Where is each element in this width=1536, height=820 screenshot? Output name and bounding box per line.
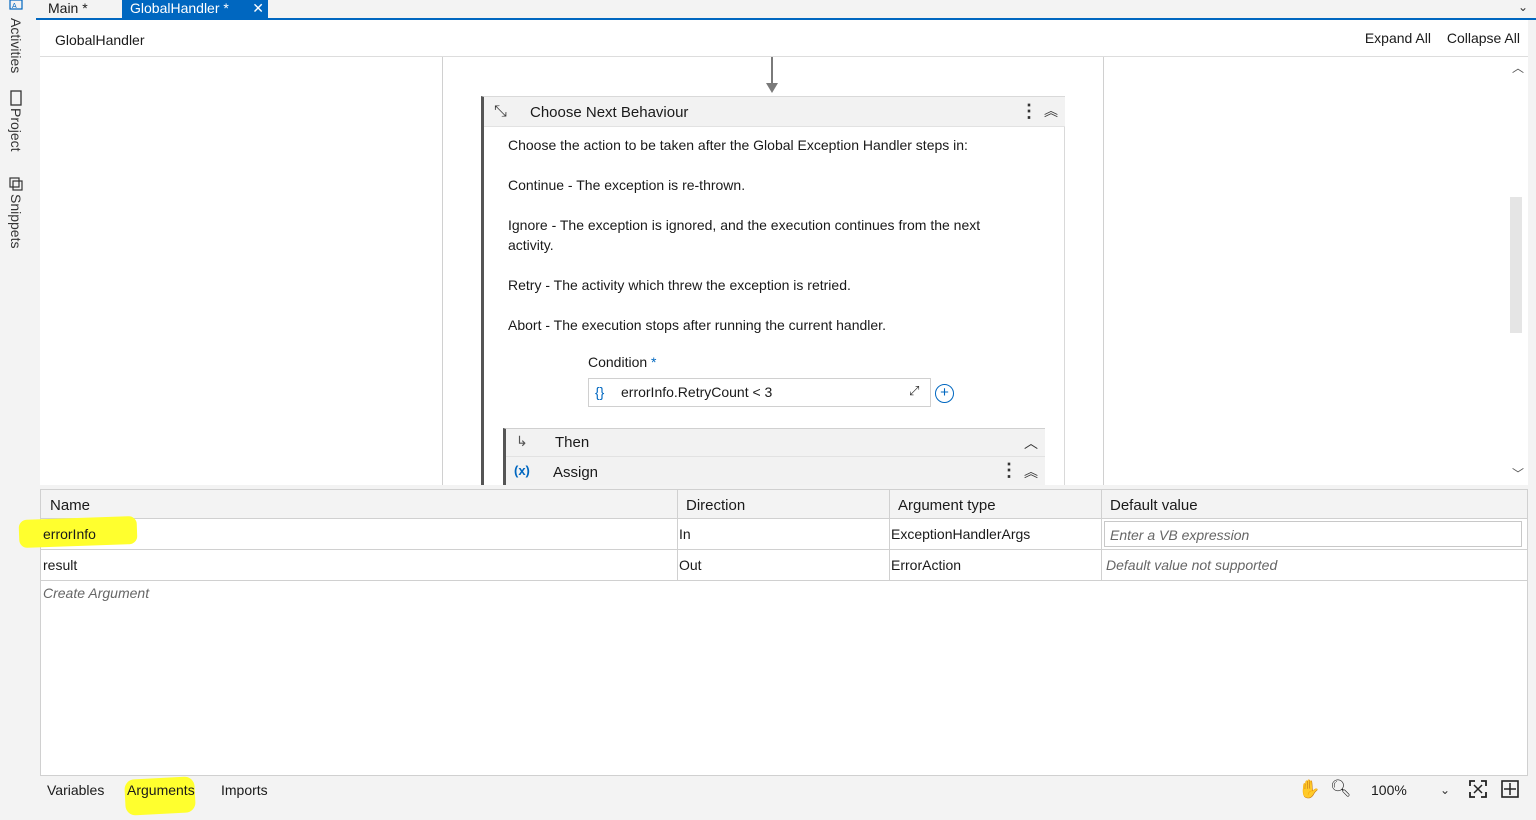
rail-activities[interactable]: A Activities (8, 0, 24, 73)
zoom-search-icon[interactable]: 🔍︎ (1330, 779, 1352, 799)
description-text: Retry - The activity which threw the exc… (508, 277, 851, 293)
branch-arrow-icon: ↳ (516, 433, 528, 449)
expand-all-button[interactable]: Expand All (1365, 30, 1431, 46)
default-value-input[interactable]: Enter a VB expression (1104, 521, 1522, 547)
reset-zoom-icon[interactable] (1500, 779, 1520, 799)
tab-arguments[interactable]: Arguments (127, 782, 195, 798)
create-argument-button[interactable]: Create Argument (43, 585, 149, 601)
argument-name[interactable]: result (43, 557, 77, 573)
argument-direction[interactable]: Out (679, 557, 702, 573)
tab-variables[interactable]: Variables (47, 782, 104, 798)
collapse-double-chevron-icon[interactable]: ︽ (1044, 101, 1058, 121)
expand-editor-icon[interactable]: ⤢ (909, 383, 919, 399)
column-header-default-value[interactable]: Default value (1110, 497, 1198, 514)
then-header[interactable]: ↳ Then ︿ (506, 429, 1045, 457)
tab-main[interactable]: Main * (40, 0, 96, 18)
flow-arrow-icon (766, 83, 778, 93)
activities-icon: A (9, 0, 23, 10)
argument-direction[interactable]: In (679, 526, 691, 542)
zoom-level[interactable]: 100% (1371, 782, 1407, 798)
expression-braces-icon: {} (595, 384, 605, 400)
arguments-table-header: Name Direction Argument type Default val… (41, 490, 1527, 519)
argument-name[interactable]: errorInfo (43, 526, 96, 542)
description-text: Continue - The exception is re-thrown. (508, 177, 746, 193)
column-header-direction[interactable]: Direction (686, 497, 745, 514)
chevron-down-icon[interactable]: ⌄ (1440, 783, 1450, 797)
breadcrumb[interactable]: GlobalHandler (55, 32, 145, 48)
more-options-icon[interactable]: ⋮ (1020, 101, 1038, 122)
condition-label: Condition * (588, 354, 657, 370)
chevron-up-icon[interactable]: ︿ (1024, 433, 1038, 453)
table-row[interactable]: result Out ErrorAction Default value not… (41, 550, 1527, 581)
tab-imports[interactable]: Imports (221, 782, 268, 798)
close-icon[interactable]: ✕ (252, 0, 264, 16)
arguments-panel: Name Direction Argument type Default val… (18, 489, 1528, 776)
tab-main-label: Main * (48, 0, 88, 16)
scroll-down-icon[interactable]: ﹀ (1512, 465, 1524, 482)
description-text: Ignore - The exception is ignored, and t… (508, 217, 981, 253)
column-header-argument-type[interactable]: Argument type (898, 497, 996, 514)
then-label: Then (555, 434, 590, 451)
condition-value: errorInfo.RetryCount < 3 (621, 384, 773, 400)
description-text: Choose the action to be taken after the … (508, 137, 968, 153)
designer-header: GlobalHandler Expand All Collapse All (40, 20, 1528, 57)
tab-globalhandler[interactable]: GlobalHandler * ✕ (122, 0, 268, 18)
assign-icon: (x) (514, 463, 530, 478)
scroll-up-icon[interactable]: ︿ (1512, 59, 1524, 76)
rail-project[interactable]: Project (8, 90, 24, 152)
more-options-icon[interactable]: ⋮ (1000, 460, 1018, 481)
if-activity-card[interactable]: ⤡ Choose Next Behaviour ⋮ ︽ Choose the a… (481, 96, 1065, 485)
then-branch[interactable]: ↳ Then ︿ (x) Assign ⋮ ︽ (503, 428, 1045, 485)
default-value-hint: Default value not supported (1106, 557, 1278, 573)
pan-hand-icon[interactable]: ✋ (1298, 779, 1320, 800)
rail-project-label: Project (8, 108, 24, 152)
branch-icon: ⤡ (494, 103, 507, 120)
activity-header[interactable]: ⤡ Choose Next Behaviour ⋮ ︽ (484, 97, 1065, 127)
document-tab-bar: Main * GlobalHandler * ✕ ⌄ (36, 0, 1536, 20)
flow-connector (771, 57, 773, 85)
collapse-all-button[interactable]: Collapse All (1447, 30, 1520, 46)
column-header-name[interactable]: Name (50, 497, 90, 514)
argument-type[interactable]: ExceptionHandlerArgs (891, 526, 1030, 542)
rail-snippets-label: Snippets (8, 194, 24, 249)
assign-label: Assign (553, 464, 599, 481)
designer-canvas[interactable]: ⤡ Choose Next Behaviour ⋮ ︽ Choose the a… (40, 57, 1528, 485)
svg-text:A: A (12, 3, 17, 10)
project-icon (10, 90, 22, 106)
default-value-placeholder: Enter a VB expression (1110, 527, 1250, 543)
condition-input[interactable]: {} errorInfo.RetryCount < 3 ⤢ (588, 378, 931, 407)
assign-activity[interactable]: (x) Assign ⋮ ︽ (506, 457, 1045, 485)
fit-to-screen-icon[interactable] (1468, 779, 1488, 799)
description-text: Abort - The execution stops after runnin… (508, 317, 886, 333)
left-rail: A Activities Project Snippets (0, 0, 36, 820)
rail-activities-label: Activities (8, 18, 24, 74)
activity-title: Choose Next Behaviour (530, 104, 689, 121)
rail-snippets[interactable]: Snippets (8, 176, 24, 248)
snippets-icon (9, 177, 23, 191)
canvas-scrollbar[interactable]: ︿ ﹀ (1508, 57, 1528, 485)
chevron-down-icon[interactable]: ⌄ (1518, 0, 1528, 14)
designer-bottom-bar: Variables Arguments Imports ✋ 🔍︎ 100% ⌄ (40, 776, 1528, 816)
collapse-double-chevron-icon[interactable]: ︽ (1024, 462, 1038, 482)
add-plus-icon[interactable]: + (935, 384, 954, 403)
scrollbar-thumb[interactable] (1510, 197, 1522, 333)
tab-globalhandler-label: GlobalHandler * (130, 0, 229, 16)
argument-type[interactable]: ErrorAction (891, 557, 961, 573)
table-row[interactable]: errorInfo In ExceptionHandlerArgs Enter … (41, 519, 1527, 550)
required-marker: * (651, 354, 657, 370)
